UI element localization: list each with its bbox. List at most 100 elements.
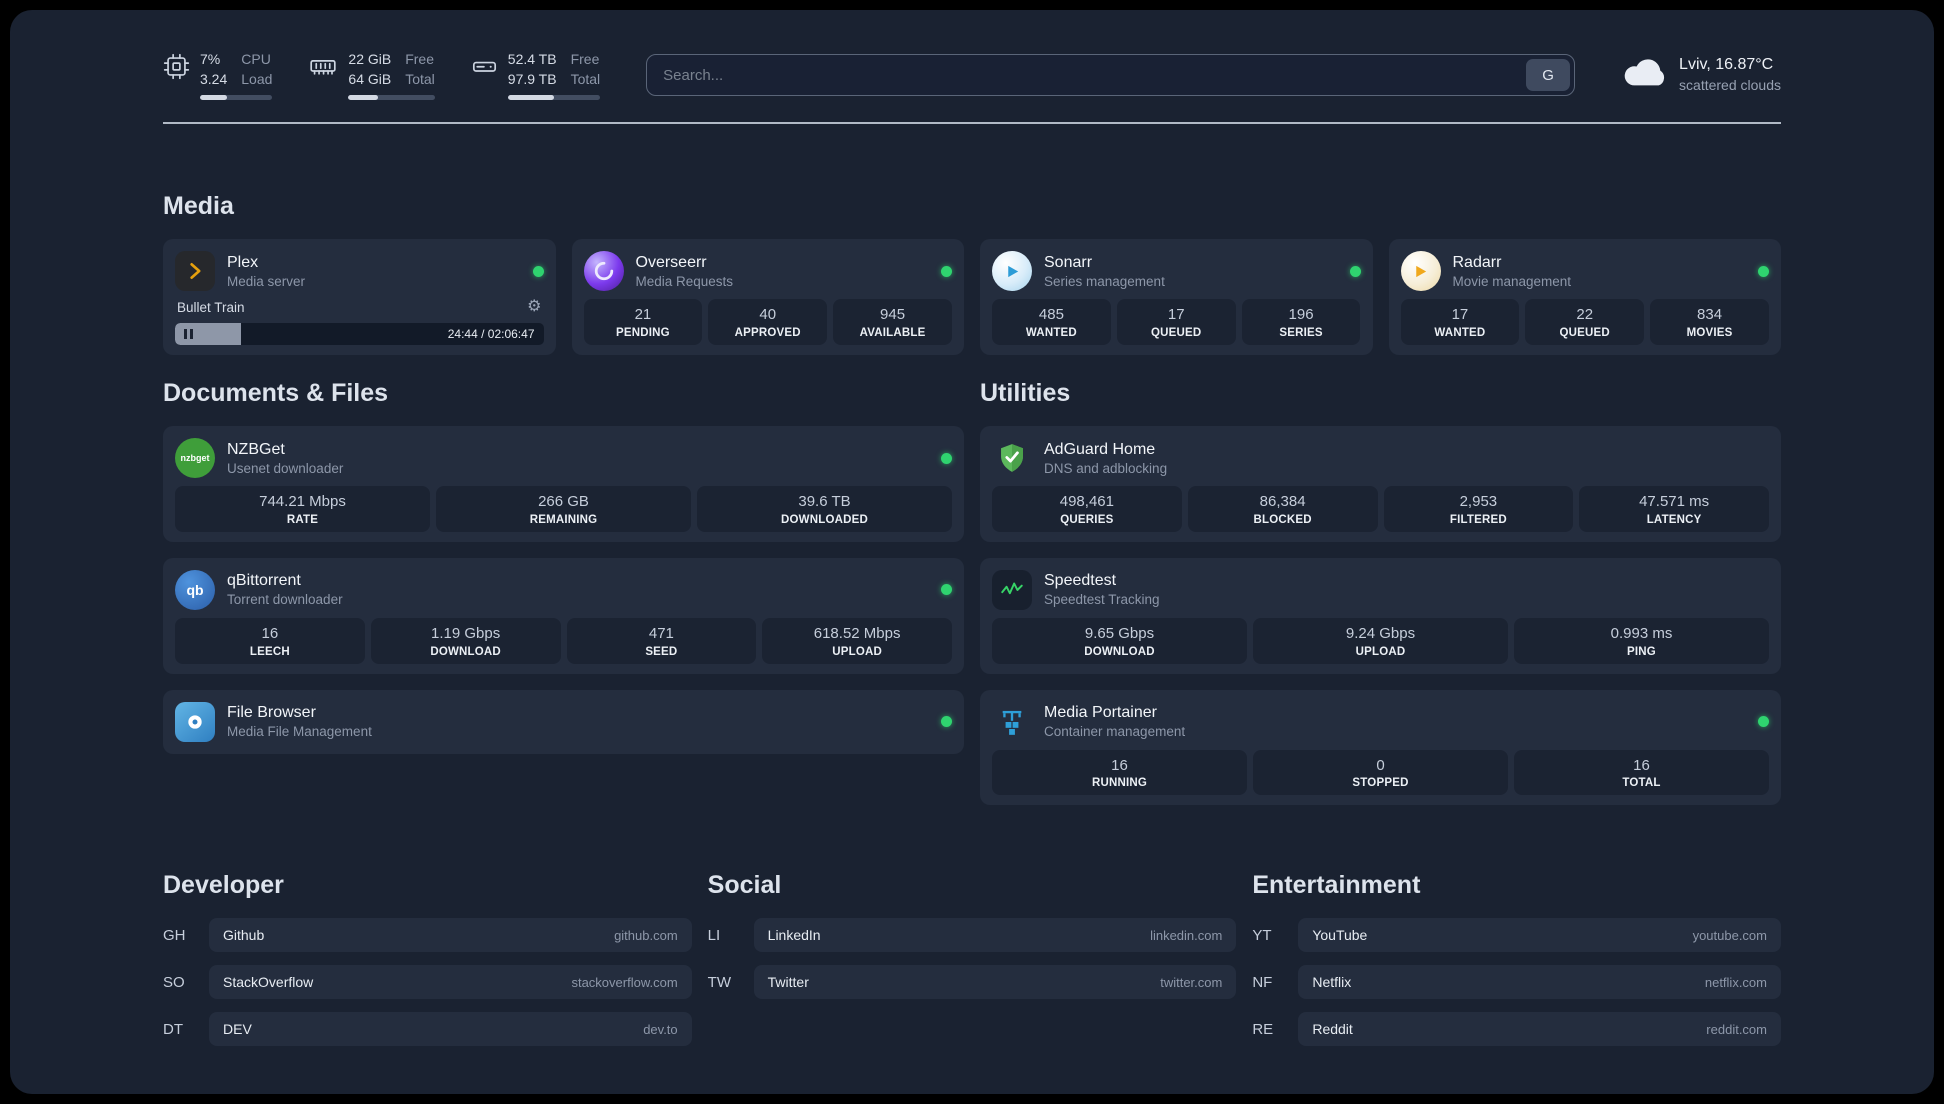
stat-label: APPROVED — [734, 326, 801, 339]
service-name: NZBGet — [227, 440, 285, 458]
section-documents: Documents & Files nzbget NZBGet Usenet d… — [163, 379, 964, 770]
stat-label: DOWNLOADED — [781, 513, 868, 526]
service-link-sonarr[interactable]: Sonarr Series management — [992, 249, 1361, 293]
section-title-utilities: Utilities — [980, 379, 1071, 407]
section-utilities: Utilities AdGuard Home DNS and adblockin… — [980, 379, 1781, 821]
stat-label: SERIES — [1279, 326, 1323, 339]
stat-label: RUNNING — [1091, 777, 1148, 790]
stat-box: 196 SERIES — [1241, 299, 1361, 345]
pause-icon[interactable] — [184, 329, 193, 339]
service-link-plex[interactable]: Plex Media server — [175, 249, 544, 293]
stat-value: 498,461 — [1059, 493, 1114, 510]
stat-value: 16 — [1633, 756, 1650, 774]
memory-icon — [308, 53, 338, 85]
bookmark-name: Netflix — [1312, 974, 1352, 991]
status-dot — [941, 584, 952, 596]
bookmark-url: github.com — [614, 927, 678, 943]
stat-value: 945 — [880, 306, 906, 323]
service-desc: DNS and adblocking — [1044, 460, 1168, 476]
radarr-icon — [1400, 251, 1441, 291]
service-card-sonarr: Sonarr Series management 485 WANTED 17 Q… — [980, 239, 1373, 355]
stat-box: 16 RUNNING — [992, 749, 1247, 796]
stat-value: 744.21 Mbps — [259, 493, 346, 510]
service-link-nzbget[interactable]: nzbget NZBGet Usenet downloader — [175, 436, 952, 480]
player-progress-bar[interactable]: 24:44 / 02:06:47 — [175, 323, 544, 345]
player-settings-icon[interactable]: ⚙ — [527, 299, 541, 315]
stat-value: 22 — [1576, 306, 1594, 323]
search-input[interactable] — [646, 54, 1576, 96]
stat-box: 9.24 Gbps UPLOAD — [1253, 617, 1508, 664]
stat-box: 1.19 Gbps DOWNLOAD — [370, 617, 561, 664]
service-link-overseerr[interactable]: Overseerr Media Requests — [583, 249, 952, 293]
stat-box: 22 QUEUED — [1525, 299, 1645, 345]
bookmark-link[interactable]: Twitter twitter.com — [753, 965, 1237, 1000]
service-stats: 17 WANTED 22 QUEUED 834 MOVIES — [1400, 299, 1770, 345]
service-link-qbittorrent[interactable]: qb qBittorrent Torrent downloader — [175, 568, 952, 612]
cpu-icon — [163, 53, 190, 85]
service-link-filebrowser[interactable]: File Browser Media File Management — [175, 700, 952, 744]
bookmark-name: Github — [223, 927, 265, 944]
service-card-filebrowser: File Browser Media File Management — [163, 689, 964, 754]
service-name: AdGuard Home — [1044, 440, 1156, 458]
search-provider-button[interactable]: G — [1526, 59, 1571, 91]
bookmark-link[interactable]: StackOverflow stackoverflow.com — [209, 965, 692, 1000]
stat-value: 9.65 Gbps — [1084, 624, 1155, 642]
bookmark-row: TW Twitter twitter.com — [708, 965, 1237, 1000]
stat-label: UPLOAD — [832, 645, 882, 658]
bookmark-link[interactable]: YouTube youtube.com — [1298, 918, 1781, 953]
stat-value: 0 — [1376, 756, 1385, 774]
bookmark-url: stackoverflow.com — [571, 974, 678, 990]
service-link-portainer[interactable]: Media Portainer Container management — [992, 700, 1769, 744]
section-title-documents: Documents & Files — [163, 379, 389, 407]
stat-label: BLOCKED — [1253, 513, 1312, 526]
bookmark-link[interactable]: Netflix netflix.com — [1298, 965, 1781, 1000]
cpu-usage: 7% — [200, 51, 221, 68]
service-stats: 498,461 QUERIES 86,384 BLOCKED 2,953 FIL… — [992, 486, 1769, 532]
bookmark-row: GH Github github.com — [163, 918, 692, 953]
stat-value: 39.6 TB — [798, 493, 851, 510]
portainer-icon — [992, 702, 1032, 742]
service-link-adguard[interactable]: AdGuard Home DNS and adblocking — [992, 436, 1769, 480]
stat-value: 40 — [759, 306, 777, 323]
status-dot — [1758, 716, 1769, 727]
stat-box: 266 GB REMAINING — [436, 486, 691, 532]
service-card-adguard: AdGuard Home DNS and adblocking 498,461 … — [980, 426, 1781, 542]
stat-label: MOVIES — [1686, 326, 1733, 339]
bookmark-link[interactable]: LinkedIn linkedin.com — [753, 918, 1237, 953]
bookmark-name: Reddit — [1312, 1021, 1353, 1038]
bookmark-link[interactable]: Github github.com — [209, 918, 692, 953]
disk-widget: 52.4 TB 97.9 TB Free Total — [471, 50, 601, 100]
weather-condition: scattered clouds — [1679, 77, 1781, 94]
stat-box: 2,953 FILTERED — [1383, 486, 1574, 532]
section-media: Media Plex Media server Bullet Train ⚙ 2… — [163, 192, 1781, 355]
stat-box: 40 APPROVED — [708, 299, 828, 345]
bookmark-abbr: YT — [1252, 926, 1272, 944]
bookmark-url: reddit.com — [1706, 1021, 1767, 1037]
service-stats: 16 RUNNING 0 STOPPED 16 TOTAL — [992, 749, 1769, 796]
stat-label: DOWNLOAD — [430, 645, 501, 658]
stat-value: 86,384 — [1259, 493, 1306, 510]
service-link-radarr[interactable]: Radarr Movie management — [1400, 249, 1769, 293]
bookmark-name: StackOverflow — [223, 974, 314, 991]
stat-value: 834 — [1697, 306, 1723, 323]
bookmark-link[interactable]: DEV dev.to — [209, 1012, 692, 1047]
qbittorrent-icon: qb — [175, 569, 215, 610]
disk-total: 97.9 TB — [507, 71, 557, 87]
stat-value: 16 — [261, 624, 279, 642]
stat-label: LATENCY — [1646, 513, 1702, 526]
stat-label: PENDING — [616, 326, 670, 339]
disk-free-label: Free — [570, 51, 600, 68]
stat-label: TOTAL — [1622, 777, 1661, 790]
section-developer: Developer GH Github github.com SO StackO… — [163, 871, 692, 1059]
service-name: Speedtest — [1044, 572, 1117, 590]
bookmark-abbr: SO — [163, 973, 185, 991]
now-playing-title: Bullet Train — [177, 299, 245, 315]
bookmark-link[interactable]: Reddit reddit.com — [1298, 1012, 1781, 1047]
disk-total-label: Total — [570, 71, 601, 87]
stat-box: 945 AVAILABLE — [833, 299, 952, 345]
section-entertainment: Entertainment YT YouTube youtube.com NF … — [1252, 871, 1781, 1059]
section-social: Social LI LinkedIn linkedin.com TW Twitt… — [708, 871, 1237, 1059]
service-link-speedtest[interactable]: Speedtest Speedtest Tracking — [992, 568, 1769, 612]
bookmark-name: LinkedIn — [767, 927, 821, 944]
memory-progress-bar — [348, 94, 435, 100]
